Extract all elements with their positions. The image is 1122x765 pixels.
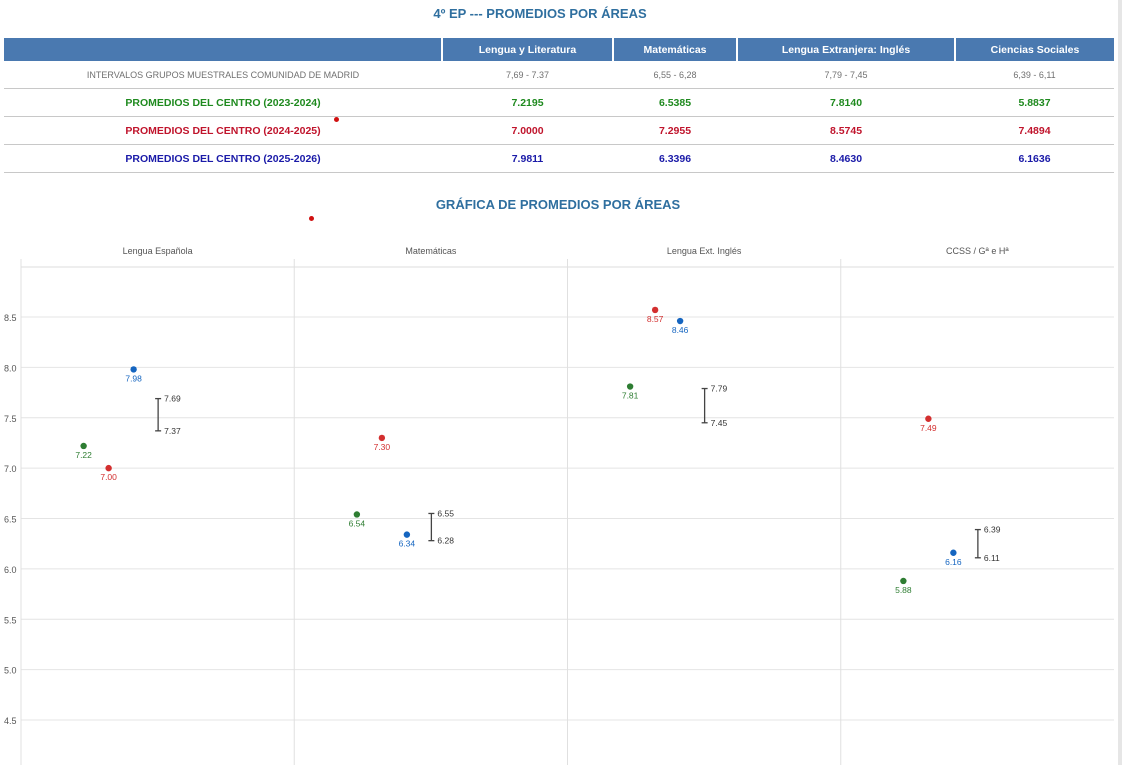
data-label: 5.88 <box>895 585 912 595</box>
interval-high-label: 6.55 <box>437 508 454 518</box>
data-label: 7.30 <box>374 442 391 452</box>
data-point <box>105 464 112 472</box>
y-tick-label: 5.5 <box>4 615 17 625</box>
interval-high-label: 7.79 <box>711 384 728 394</box>
data-label: 7.00 <box>100 472 117 482</box>
interval-low-label: 6.11 <box>984 553 1000 563</box>
value-cell: 5.8837 <box>955 88 1114 117</box>
interval-high-label: 6.39 <box>984 525 1001 535</box>
interval-high-label: 7.69 <box>164 394 181 404</box>
y-tick-label: 7.0 <box>4 464 17 474</box>
data-label: 8.57 <box>647 314 664 324</box>
interval-cell: 7,69 - 7.37 <box>442 61 613 89</box>
row-label: PROMEDIOS DEL CENTRO (2024-2025) <box>4 116 442 145</box>
scrollbar-edge[interactable] <box>1118 0 1122 765</box>
value-cell: 7.2955 <box>613 116 737 145</box>
interval-low-label: 7.37 <box>164 426 181 436</box>
value-cell: 7.0000 <box>442 116 613 145</box>
value-cell: 6.3396 <box>613 144 737 173</box>
value-cell: 7.4894 <box>955 116 1114 145</box>
y-tick-label: 7.5 <box>4 414 17 424</box>
y-tick-label: 4.5 <box>4 716 17 726</box>
category-label: Matemáticas <box>405 246 457 256</box>
data-point <box>925 415 932 422</box>
data-point <box>626 383 634 390</box>
interval-row: INTERVALOS GRUPOS MUESTRALES COMUNIDAD D… <box>4 61 1114 89</box>
stray-dot-marker <box>334 117 339 122</box>
interval-cell: 6,55 - 6,28 <box>613 61 737 89</box>
data-point <box>950 549 957 556</box>
header-cell-ingles: Lengua Extranjera: Inglés <box>736 38 955 61</box>
scatter-chart: 4.5 5.0 5.5 6.0 6.5 7.0 7.5 8.0 8.5 Lengua Españo… <box>4 246 1114 765</box>
data-label: 7.81 <box>622 391 639 401</box>
data-label: 7.22 <box>75 450 92 460</box>
data-label: 8.46 <box>672 325 689 335</box>
interval-cell: 6,39 - 6,11 <box>955 61 1114 89</box>
category-label: Lengua Española <box>123 246 193 256</box>
interval-row-label: INTERVALOS GRUPOS MUESTRALES COMUNIDAD D… <box>4 61 442 89</box>
data-label: 6.16 <box>945 557 962 567</box>
data-label: 7.98 <box>125 373 142 383</box>
data-point <box>378 434 386 442</box>
chart-title: GRÁFICA DE PROMEDIOS POR ÁREAS <box>435 197 681 212</box>
table-header-row: Lengua y Literatura Matemáticas Lengua E… <box>4 38 1114 61</box>
stray-dot-marker <box>309 216 314 221</box>
value-cell: 6.5385 <box>613 88 737 117</box>
data-label: 7.49 <box>920 423 937 433</box>
y-tick-label: 5.0 <box>4 666 17 676</box>
summary-table: Lengua y Literatura Matemáticas Lengua E… <box>4 38 1114 173</box>
data-point <box>353 511 361 518</box>
data-label: 6.54 <box>349 518 366 528</box>
category-label: CCSS / Gª e Hª <box>946 246 1009 256</box>
data-point <box>900 577 907 585</box>
table-row: PROMEDIOS DEL CENTRO (2024-2025) 7.0000 … <box>4 116 1114 145</box>
data-label: 6.34 <box>399 539 416 549</box>
page-title: 4º EP --- PROMEDIOS POR ÁREAS <box>433 6 647 21</box>
category-label: Lengua Ext. Inglés <box>667 246 742 256</box>
value-cell: 8.4630 <box>737 144 955 173</box>
row-label: PROMEDIOS DEL CENTRO (2025-2026) <box>4 144 442 173</box>
interval-low-label: 6.28 <box>437 536 454 546</box>
y-tick-label: 6.5 <box>4 515 17 525</box>
data-point <box>403 531 411 538</box>
data-point <box>651 306 659 314</box>
y-tick-label: 8.5 <box>4 313 17 323</box>
table-row: PROMEDIOS DEL CENTRO (2025-2026) 7.9811 … <box>4 144 1114 173</box>
header-cell-empty <box>4 38 442 61</box>
header-cell-matematicas: Matemáticas <box>612 38 737 61</box>
row-label: PROMEDIOS DEL CENTRO (2023-2024) <box>4 88 442 117</box>
value-cell: 6.1636 <box>955 144 1114 173</box>
data-point <box>80 442 87 450</box>
table-row: PROMEDIOS DEL CENTRO (2023-2024) 7.2195 … <box>4 88 1114 117</box>
value-cell: 7.2195 <box>442 88 613 117</box>
value-cell: 7.8140 <box>737 88 955 117</box>
y-tick-label: 6.0 <box>4 565 17 575</box>
y-tick-label: 8.0 <box>4 363 17 373</box>
value-cell: 7.9811 <box>442 144 613 173</box>
header-cell-lengua: Lengua y Literatura <box>441 38 613 61</box>
value-cell: 8.5745 <box>737 116 955 145</box>
data-point <box>676 317 684 325</box>
header-cell-sociales: Ciencias Sociales <box>954 38 1114 61</box>
interval-cell: 7,79 - 7,45 <box>737 61 955 89</box>
data-point <box>130 366 137 373</box>
interval-low-label: 7.45 <box>711 418 728 428</box>
